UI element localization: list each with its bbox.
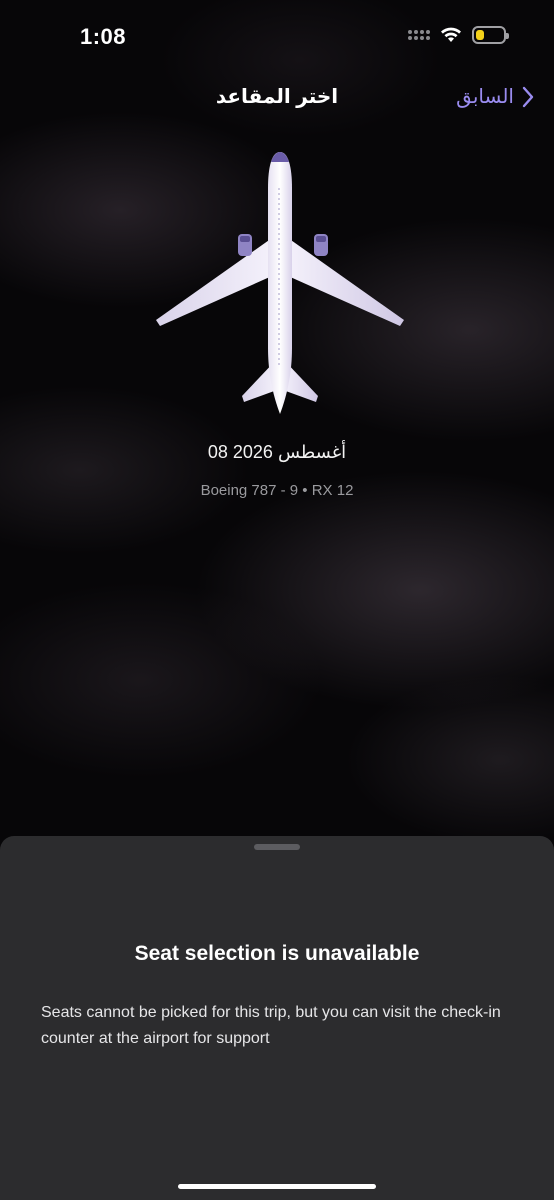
cellular-icon [408, 30, 430, 40]
sheet-grabber[interactable] [254, 844, 300, 850]
airplane-icon [156, 152, 404, 414]
home-indicator [178, 1184, 376, 1189]
aircraft-info: Boeing 787 - 9 • RX 12 [200, 482, 354, 499]
back-button-label: السابق [456, 86, 514, 108]
bottom-sheet: Seat selection is unavailable Seats cann… [0, 836, 554, 1200]
chevron-right-icon [522, 86, 534, 107]
flight-date: 08 أغسطس 2026 [207, 442, 347, 462]
status-time: 1:08 [80, 24, 127, 49]
wifi-icon [441, 27, 461, 42]
page-title-text: اختر المقاعد [215, 86, 339, 108]
battery-icon [472, 26, 509, 44]
sheet-message: Seats cannot be picked for this trip, bu… [41, 1004, 501, 1047]
status-indicators [408, 26, 509, 44]
back-button[interactable]: السابق [456, 84, 534, 109]
sheet-title: Seat selection is unavailable [134, 942, 420, 965]
